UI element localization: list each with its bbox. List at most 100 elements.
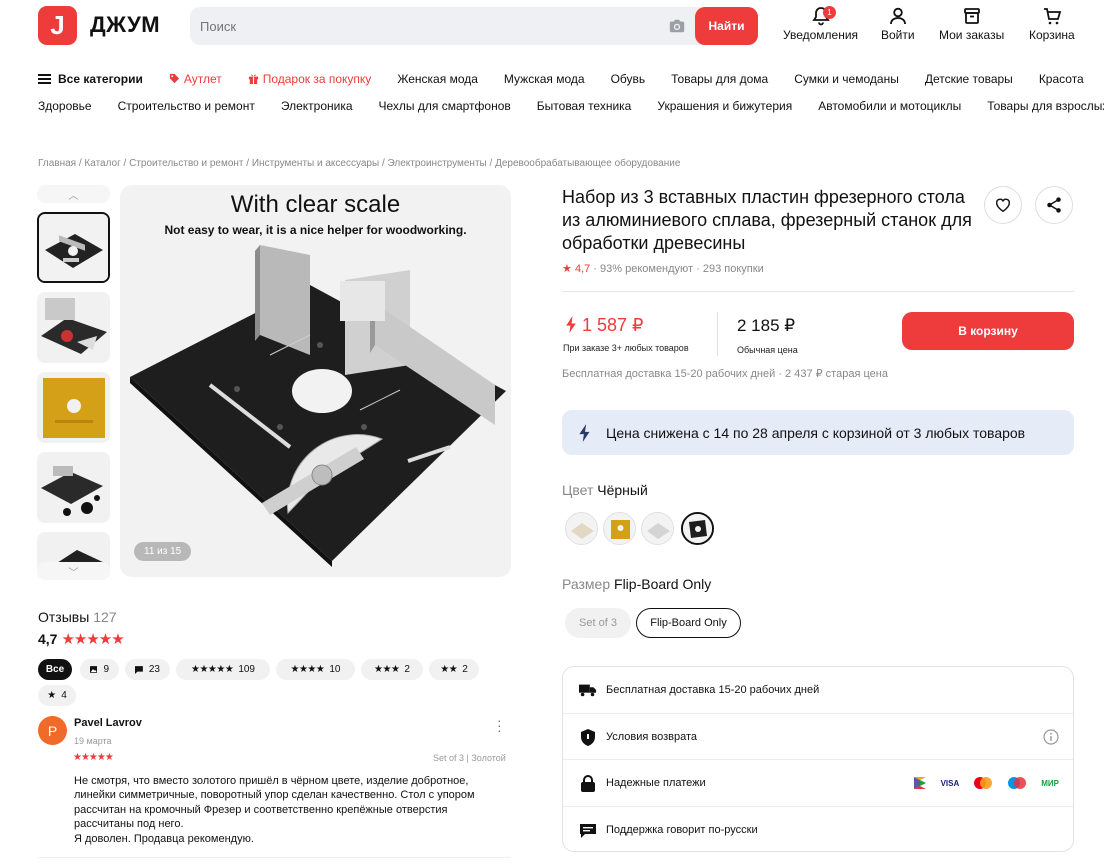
breadcrumb-item[interactable]: Деревообрабатывающее оборудование — [495, 158, 680, 169]
more-options-icon[interactable]: · · · — [497, 713, 502, 737]
thumbnail[interactable] — [37, 372, 110, 443]
info-delivery-text: Бесплатная доставка 15-20 рабочих дней — [606, 684, 820, 696]
thumb-down-button[interactable]: ﹀ — [37, 562, 110, 580]
shield-icon — [581, 728, 595, 746]
size-value: Flip-Board Only — [614, 576, 712, 592]
thumb-up-button[interactable]: ︿ — [37, 185, 110, 203]
review-variant: Set of 3 | Золотой — [433, 753, 506, 763]
info-icon[interactable] — [1043, 729, 1059, 745]
info-returns-text: Условия возврата — [606, 731, 698, 743]
breadcrumb-item[interactable]: Строительство и ремонт — [129, 158, 243, 169]
filter-2-stars[interactable]: ★★ 2 — [429, 659, 479, 680]
purchases-text: 293 покупки — [702, 263, 764, 275]
comment-icon — [135, 665, 143, 674]
regular-price-note: Обычная цена — [737, 345, 798, 355]
stars-icon: ★★★★★ — [190, 664, 234, 675]
plate-thumb-image — [39, 214, 108, 281]
lock-icon — [581, 774, 595, 792]
nav-health[interactable]: Здоровье — [38, 99, 92, 113]
thumbnail-strip: ︿ ﹀ — [37, 185, 110, 580]
filter-1-star[interactable]: ★ 4 — [38, 685, 76, 706]
info-returns[interactable]: Условия возврата — [563, 714, 1073, 760]
rating-value: 4,7 — [574, 263, 591, 275]
info-payments-text: Надежные платежи — [606, 777, 706, 789]
cart-icon — [1043, 8, 1062, 25]
nav-mens-fashion[interactable]: Мужская мода — [504, 72, 585, 86]
notifications-button[interactable]: 1 Уведомления — [783, 6, 858, 42]
gift-link[interactable]: Подарок за покупку — [248, 72, 371, 86]
stars-icon: ★★★★★ — [61, 631, 124, 648]
main-product-image[interactable]: With clear scale Not easy to wear, it is… — [120, 185, 511, 577]
info-support[interactable]: Поддержка говорит по-русски — [563, 807, 1073, 853]
nav-construction[interactable]: Строительство и ремонт — [118, 99, 255, 113]
category-nav-row-1: Все категории Аутлет Подарок за покупку … — [38, 72, 1104, 86]
thumbnail[interactable] — [37, 212, 110, 283]
nav-shoes[interactable]: Обувь — [611, 72, 646, 86]
color-swatch-gold[interactable] — [603, 512, 636, 545]
search-input[interactable] — [190, 7, 680, 45]
category-nav-row-2: Здоровье Строительство и ремонт Электрон… — [38, 99, 1104, 113]
recommend-text: 93% рекомендуют — [600, 263, 694, 275]
nav-appliances[interactable]: Бытовая техника — [537, 99, 632, 113]
reviews-score-value: 4,7 — [38, 631, 58, 647]
filter-comments[interactable]: 23 — [125, 659, 170, 680]
breadcrumb-item[interactable]: Электроинструменты — [388, 158, 487, 169]
review-line: Я доволен. Продавца рекомендую. — [74, 832, 254, 845]
reviewer-name: Pavel Lavrov — [74, 717, 142, 729]
nav-beauty[interactable]: Красота — [1039, 72, 1084, 86]
nav-jewelry[interactable]: Украшения и бижутерия — [657, 99, 792, 113]
notifications-label: Уведомления — [783, 28, 859, 42]
orders-button[interactable]: Мои заказы — [939, 6, 1004, 42]
user-icon — [889, 7, 906, 25]
outlet-link[interactable]: Аутлет — [169, 72, 222, 86]
service-info-box: Бесплатная доставка 15-20 рабочих дней У… — [562, 666, 1074, 852]
all-categories-link[interactable]: Все категории — [38, 72, 143, 86]
add-to-cart-button[interactable]: В корзину — [902, 312, 1074, 350]
color-swatch-black[interactable] — [681, 512, 714, 545]
logo[interactable]: J — [38, 6, 77, 45]
orders-label: Мои заказы — [939, 28, 1005, 42]
color-label: Цвет Чёрный — [562, 482, 648, 498]
nav-auto[interactable]: Автомобили и мотоциклы — [818, 99, 961, 113]
filter-3-stars[interactable]: ★★★ 2 — [361, 659, 423, 680]
nav-home-goods[interactable]: Товары для дома — [671, 72, 768, 86]
review-line: линейки симметричные, поворотный упор сд… — [74, 789, 475, 802]
breadcrumb-item[interactable]: Каталог — [84, 158, 120, 169]
search-button[interactable]: Найти — [695, 7, 758, 45]
filter-all[interactable]: Все — [38, 659, 72, 680]
size-option-flip-board[interactable]: Flip-Board Only — [636, 608, 741, 638]
tag-icon — [169, 73, 179, 84]
info-payments[interactable]: Надежные платежи VISA МИР — [563, 760, 1073, 806]
info-delivery[interactable]: Бесплатная доставка 15-20 рабочих дней — [563, 667, 1073, 713]
sbp-icon — [913, 777, 926, 789]
thumbnail[interactable] — [37, 292, 110, 363]
nav-bags[interactable]: Сумки и чемоданы — [794, 72, 899, 86]
breadcrumb-item[interactable]: Главная — [38, 158, 76, 169]
breadcrumb-item[interactable]: Инструменты и аксессуары — [252, 158, 379, 169]
filter-photos[interactable]: 9 — [80, 659, 119, 680]
camera-icon[interactable] — [668, 17, 686, 35]
color-swatch-white[interactable] — [565, 512, 598, 545]
filter-4-stars[interactable]: ★★★★ 10 — [276, 659, 355, 680]
nav-adult[interactable]: Товары для взрослых — [987, 99, 1104, 113]
thumbnail[interactable] — [37, 452, 110, 523]
nav-womens-fashion[interactable]: Женская мода — [397, 72, 478, 86]
nav-kids[interactable]: Детские товары — [925, 72, 1013, 86]
mir-icon: МИР — [1041, 778, 1059, 788]
regular-price: 2 185 ₽ — [737, 316, 796, 335]
nav-phone-cases[interactable]: Чехлы для смартфонов — [379, 99, 511, 113]
nav-electronics[interactable]: Электроника — [281, 99, 353, 113]
logo-text[interactable]: ДЖУМ — [90, 12, 160, 38]
favorite-button[interactable] — [984, 186, 1022, 224]
filter-5-stars[interactable]: ★★★★★ 109 — [176, 659, 270, 680]
heart-icon — [995, 198, 1011, 213]
share-button[interactable] — [1035, 186, 1073, 224]
cart-button[interactable]: Корзина — [1029, 6, 1075, 42]
login-button[interactable]: Войти — [881, 6, 915, 42]
chevron-down-icon: ﹀ — [68, 567, 79, 579]
color-swatch-silver[interactable] — [641, 512, 674, 545]
size-option-set-of-3[interactable]: Set of 3 — [565, 608, 631, 638]
review-line: рассчитан на кромочный Фрезер и соответс… — [74, 803, 448, 816]
reviews-heading: Отзывы 127 — [38, 609, 117, 625]
search-bar: Найти — [190, 7, 758, 45]
